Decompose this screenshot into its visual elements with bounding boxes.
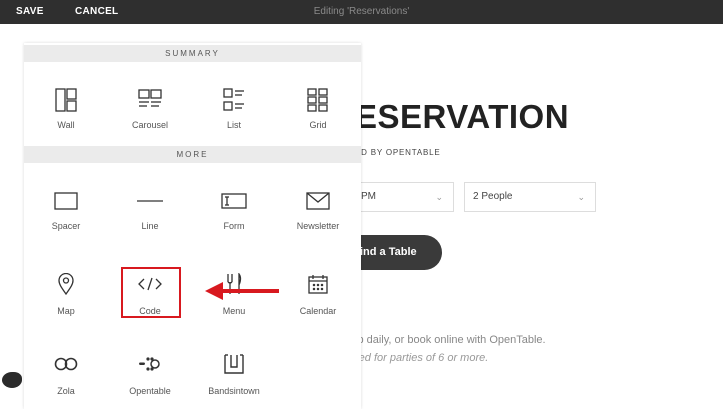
time-select[interactable]: PM ⌄ (352, 182, 454, 212)
block-label: Wall (57, 120, 75, 130)
block-zola[interactable]: Zola (24, 344, 108, 409)
zola-icon (24, 344, 108, 384)
block-label: Map (57, 306, 75, 316)
block-spacer[interactable]: Spacer (24, 181, 108, 263)
code-block-highlight (121, 267, 181, 318)
spacer-icon (24, 181, 108, 221)
more-section-header: MORE (24, 146, 361, 163)
list-icon (192, 80, 276, 120)
block-label: Spacer (51, 221, 81, 231)
time-select-value: PM (361, 191, 376, 202)
block-picker-panel: SUMMARY Wall Carousel List Grid MORE Spa… (24, 43, 361, 409)
red-arrow-annotation (205, 282, 279, 300)
help-bubble-icon[interactable] (2, 372, 22, 388)
block-map[interactable]: Map (24, 264, 108, 346)
find-table-label: ind a Table (360, 246, 417, 258)
block-calendar[interactable]: Calendar (276, 264, 360, 346)
newsletter-icon (276, 181, 360, 221)
calendar-icon (276, 264, 360, 304)
editor-top-bar: SAVE CANCEL Editing 'Reservations' (0, 0, 723, 24)
people-select-value: 2 People (473, 191, 513, 202)
block-menu[interactable]: Menu (192, 264, 276, 346)
block-label: Newsletter (296, 221, 340, 231)
map-pin-icon (24, 264, 108, 304)
form-icon (192, 181, 276, 221)
block-label: Menu (222, 306, 246, 316)
block-label: Opentable (129, 386, 171, 396)
opentable-icon (108, 344, 192, 384)
block-label: Bandsintown (208, 386, 260, 396)
wall-icon (24, 80, 108, 120)
block-label: Calendar (299, 306, 337, 316)
bandsintown-icon (192, 344, 276, 384)
powered-by-text: ED BY OPENTABLE (355, 148, 441, 157)
block-label: Grid (309, 120, 327, 130)
block-bandsintown[interactable]: Bandsintown (192, 344, 276, 409)
block-label: List (226, 120, 241, 130)
line-icon (108, 181, 192, 221)
people-select[interactable]: 2 People ⌄ (464, 182, 596, 212)
block-opentable[interactable]: Opentable (108, 344, 192, 409)
block-newsletter[interactable]: Newsletter (276, 181, 360, 263)
carousel-icon (108, 80, 192, 120)
editor-title: Editing 'Reservations' (313, 6, 410, 17)
page-heading: ESERVATION (355, 98, 570, 135)
summary-section-header: SUMMARY (24, 45, 361, 62)
reservation-info-text: ip daily, or book online with OpenTable. (355, 334, 546, 346)
reservation-note-text: red for parties of 6 or more. (355, 352, 489, 364)
block-label: Form (223, 221, 245, 231)
grid-icon (276, 80, 360, 120)
block-form[interactable]: Form (192, 181, 276, 263)
chevron-down-icon: ⌄ (435, 192, 443, 202)
block-line[interactable]: Line (108, 181, 192, 263)
block-label: Zola (57, 386, 75, 396)
block-label: Carousel (131, 120, 169, 130)
block-label: Line (141, 221, 159, 231)
chevron-down-icon: ⌄ (577, 192, 585, 202)
